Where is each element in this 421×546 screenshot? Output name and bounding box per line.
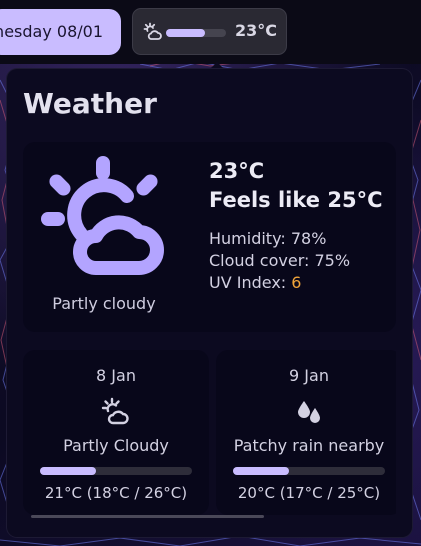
- forecast-bar: [40, 467, 192, 475]
- rain-drops-icon: [298, 401, 320, 423]
- forecast-date: 8 Jan: [96, 366, 136, 385]
- forecast-condition: Patchy rain nearby: [233, 436, 385, 455]
- uv-index-label: UV Index: 6: [209, 273, 301, 292]
- uv-index-value: 6: [291, 273, 302, 292]
- uv-index-caption: UV Index:: [209, 273, 292, 292]
- partly-cloudy-icon: [41, 156, 164, 275]
- forecast-temperature-range: 21°C (18°C / 26°C): [44, 484, 188, 502]
- partly-cloudy-icon: [101, 397, 129, 425]
- weather-level-fill: [166, 29, 205, 37]
- top-bar: nesday 08/01 23°C: [0, 0, 421, 64]
- forecast-card: 9 Jan Patchy rain nearby 20°C (17°C / 25…: [216, 350, 396, 515]
- feels-like-temperature: Feels like 25°C: [209, 188, 383, 212]
- cloud-cover-label: Cloud cover: 75%: [209, 251, 351, 270]
- weather-widget-temp: 23°C: [235, 21, 278, 40]
- forecast-bar-fill: [40, 467, 97, 475]
- weather-level-bar: [166, 29, 226, 37]
- forecast-condition: Partly Cloudy: [63, 436, 169, 455]
- current-temperature: 23°C: [209, 159, 265, 183]
- popup-pointer: [210, 62, 224, 69]
- current-weather-card: Partly cloudy 23°C Feels like 25°C Humid…: [23, 142, 396, 332]
- forecast-scrollbar[interactable]: [31, 515, 264, 518]
- forecast-strip[interactable]: 8 Jan Partly Cloudy 21°C (18°C / 26°C) 9…: [23, 350, 396, 515]
- partly-cloudy-icon: [143, 22, 162, 40]
- weather-popup: Weather Partly cloudy 23°C Feels like 25…: [7, 69, 412, 537]
- humidity-label: Humidity: 78%: [209, 229, 327, 248]
- forecast-temperature-range: 20°C (17°C / 25°C): [237, 484, 381, 502]
- weather-widget-button[interactable]: 23°C: [132, 8, 287, 55]
- forecast-date: 9 Jan: [289, 366, 329, 385]
- forecast-bar-fill: [233, 467, 290, 475]
- date-widget[interactable]: nesday 08/01: [0, 9, 121, 55]
- forecast-card: 8 Jan Partly Cloudy 21°C (18°C / 26°C): [23, 350, 209, 515]
- current-condition-label: Partly cloudy: [52, 294, 156, 313]
- forecast-bar: [233, 467, 385, 475]
- popup-title: Weather: [23, 87, 157, 120]
